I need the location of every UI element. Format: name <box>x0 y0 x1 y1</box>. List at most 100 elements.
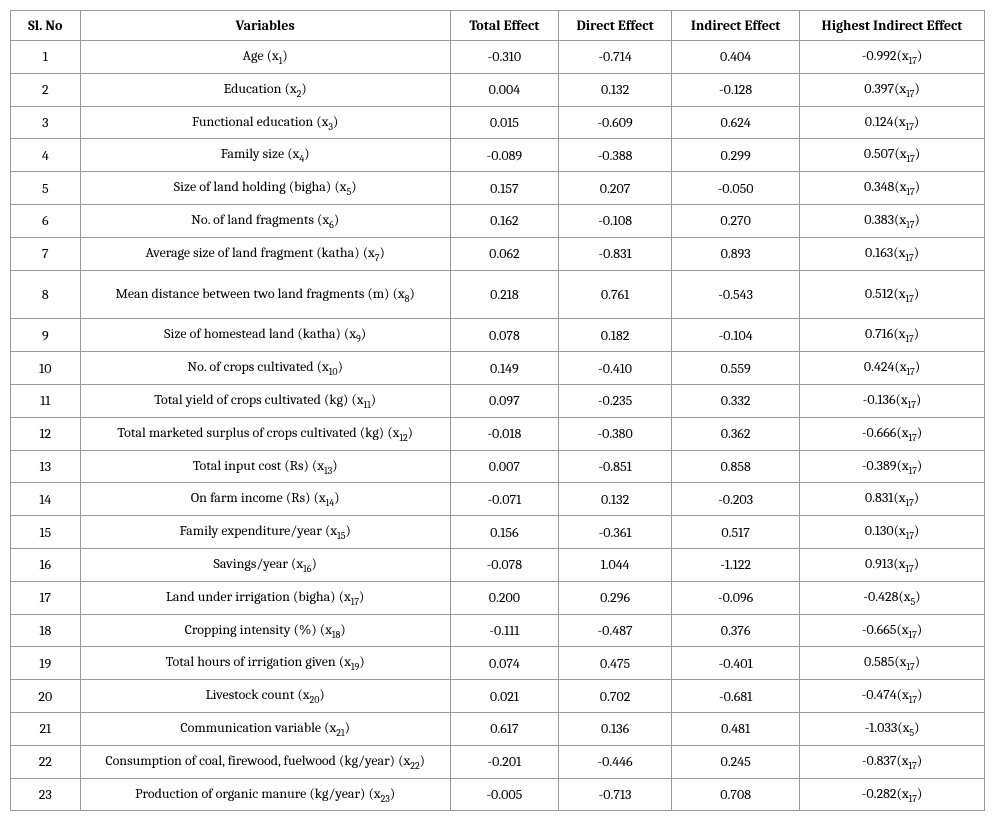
table-row: 11Total yield of crops cultivated (kg) (… <box>11 384 985 417</box>
cell-highest: -1.033(x5) <box>800 712 985 745</box>
table-row: 1Age (x1)-0.310-0.7140.404-0.992(x17) <box>11 41 985 74</box>
cell-total: 0.157 <box>450 172 558 205</box>
cell-indirect: 0.362 <box>672 417 800 450</box>
table-row: 21Communication variable (x21)0.6170.136… <box>11 712 985 745</box>
cell-highest: -0.665(x17) <box>800 614 985 647</box>
cell-variable: Family expenditure/year (x15) <box>80 516 450 549</box>
cell-variable: No. of crops cultivated (x10) <box>80 352 450 385</box>
table-row: 23Production of organic manure (kg/year)… <box>11 778 985 811</box>
cell-variable: Communication variable (x21) <box>80 712 450 745</box>
cell-highest: 0.831(x17) <box>800 483 985 516</box>
cell-total: 0.149 <box>450 352 558 385</box>
cell-indirect: 0.517 <box>672 516 800 549</box>
cell-highest: 0.163(x17) <box>800 237 985 270</box>
cell-slno: 19 <box>11 647 81 680</box>
cell-highest: 0.512(x17) <box>800 270 985 319</box>
cell-highest: 0.424(x17) <box>800 352 985 385</box>
cell-direct: 0.132 <box>559 483 672 516</box>
cell-variable: Family size (x4) <box>80 139 450 172</box>
table-row: 20Livestock count (x20)0.0210.702-0.681-… <box>11 680 985 713</box>
table-row: 9Size of homestead land (katha) (x9)0.07… <box>11 319 985 352</box>
cell-indirect: -0.096 <box>672 581 800 614</box>
cell-slno: 3 <box>11 106 81 139</box>
cell-variable: Total marketed surplus of crops cultivat… <box>80 417 450 450</box>
cell-total: 0.617 <box>450 712 558 745</box>
cell-highest: 0.383(x17) <box>800 204 985 237</box>
table-row: 14On farm income (Rs) (x14)-0.0710.132-0… <box>11 483 985 516</box>
cell-variable: Land under irrigation (bigha) (x17) <box>80 581 450 614</box>
cell-slno: 10 <box>11 352 81 385</box>
cell-indirect: -0.681 <box>672 680 800 713</box>
table-row: 12Total marketed surplus of crops cultiv… <box>11 417 985 450</box>
cell-variable: Total input cost (Rs) (x13) <box>80 450 450 483</box>
cell-total: -0.201 <box>450 745 558 778</box>
cell-direct: 1.044 <box>559 548 672 581</box>
cell-indirect: -0.203 <box>672 483 800 516</box>
cell-highest: 0.124(x17) <box>800 106 985 139</box>
cell-indirect: 0.332 <box>672 384 800 417</box>
cell-indirect: -1.122 <box>672 548 800 581</box>
cell-direct: 0.761 <box>559 270 672 319</box>
cell-slno: 11 <box>11 384 81 417</box>
table-row: 4Family size (x4)-0.089-0.3880.2990.507(… <box>11 139 985 172</box>
cell-slno: 8 <box>11 270 81 319</box>
cell-direct: -0.235 <box>559 384 672 417</box>
cell-slno: 18 <box>11 614 81 647</box>
cell-slno: 17 <box>11 581 81 614</box>
cell-direct: -0.446 <box>559 745 672 778</box>
cell-total: 0.200 <box>450 581 558 614</box>
cell-total: -0.078 <box>450 548 558 581</box>
cell-slno: 5 <box>11 172 81 205</box>
cell-direct: -0.831 <box>559 237 672 270</box>
cell-total: -0.111 <box>450 614 558 647</box>
cell-slno: 4 <box>11 139 81 172</box>
cell-highest: 0.130(x17) <box>800 516 985 549</box>
table-row: 7Average size of land fragment (katha) (… <box>11 237 985 270</box>
cell-total: 0.062 <box>450 237 558 270</box>
cell-slno: 22 <box>11 745 81 778</box>
cell-total: 0.097 <box>450 384 558 417</box>
cell-indirect: -0.128 <box>672 73 800 106</box>
cell-direct: 0.475 <box>559 647 672 680</box>
cell-highest: 0.585(x17) <box>800 647 985 680</box>
cell-slno: 1 <box>11 41 81 74</box>
cell-indirect: 0.559 <box>672 352 800 385</box>
cell-direct: -0.487 <box>559 614 672 647</box>
cell-highest: 0.507(x17) <box>800 139 985 172</box>
cell-indirect: 0.708 <box>672 778 800 811</box>
cell-highest: -0.666(x17) <box>800 417 985 450</box>
table-row: 15Family expenditure/year (x15)0.156-0.3… <box>11 516 985 549</box>
table-row: 6No. of land fragments (x6)0.162-0.1080.… <box>11 204 985 237</box>
cell-highest: -0.389(x17) <box>800 450 985 483</box>
cell-direct: 0.136 <box>559 712 672 745</box>
header-variables: Variables <box>80 11 450 41</box>
cell-variable: Consumption of coal, firewood, fuelwood … <box>80 745 450 778</box>
cell-direct: 0.702 <box>559 680 672 713</box>
cell-highest: 0.716(x17) <box>800 319 985 352</box>
cell-slno: 9 <box>11 319 81 352</box>
cell-variable: Average size of land fragment (katha) (x… <box>80 237 450 270</box>
table-row: 8Mean distance between two land fragment… <box>11 270 985 319</box>
cell-slno: 16 <box>11 548 81 581</box>
cell-total: -0.071 <box>450 483 558 516</box>
cell-slno: 6 <box>11 204 81 237</box>
cell-indirect: 0.481 <box>672 712 800 745</box>
cell-direct: 0.132 <box>559 73 672 106</box>
cell-direct: -0.388 <box>559 139 672 172</box>
table-row: 10No. of crops cultivated (x10)0.149-0.4… <box>11 352 985 385</box>
cell-variable: Total hours of irrigation given (x19) <box>80 647 450 680</box>
cell-variable: Cropping intensity (%) (x18) <box>80 614 450 647</box>
cell-highest: -0.136(x17) <box>800 384 985 417</box>
cell-slno: 23 <box>11 778 81 811</box>
cell-total: 0.078 <box>450 319 558 352</box>
cell-total: 0.004 <box>450 73 558 106</box>
cell-indirect: -0.050 <box>672 172 800 205</box>
cell-variable: Livestock count (x20) <box>80 680 450 713</box>
header-highest: Highest Indirect Effect <box>800 11 985 41</box>
cell-variable: No. of land fragments (x6) <box>80 204 450 237</box>
cell-variable: Production of organic manure (kg/year) (… <box>80 778 450 811</box>
table-row: 13Total input cost (Rs) (x13)0.007-0.851… <box>11 450 985 483</box>
cell-direct: -0.713 <box>559 778 672 811</box>
cell-highest: -0.992(x17) <box>800 41 985 74</box>
cell-variable: Age (x1) <box>80 41 450 74</box>
